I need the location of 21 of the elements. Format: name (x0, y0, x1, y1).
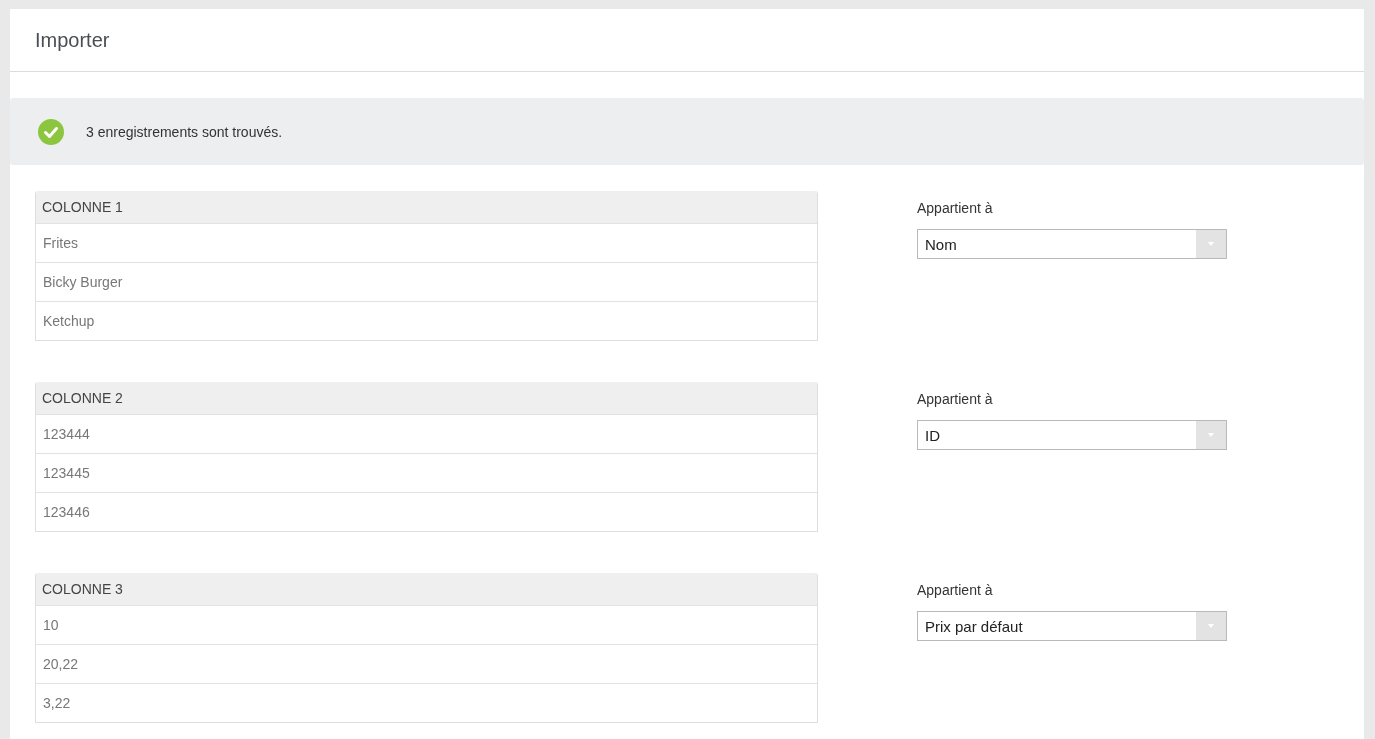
table-cell: 123446 (36, 492, 817, 531)
mapping-dropdown[interactable]: Nom (917, 229, 1227, 259)
table-cell: Bicky Burger (36, 262, 817, 301)
mapping-dropdown[interactable]: Prix par défaut (917, 611, 1227, 641)
field-label: Appartient à (917, 200, 994, 216)
table-cell: 20,22 (36, 644, 817, 683)
field-label: Appartient à (917, 582, 994, 598)
column-header: COLONNE 2 (36, 382, 817, 414)
column-header: COLONNE 3 (36, 573, 817, 605)
table-cell: 3,22 (36, 683, 817, 722)
table-cell: 10 (36, 605, 817, 644)
status-message: 3 enregistrements sont trouvés. (86, 123, 283, 140)
table-cell: Ketchup (36, 301, 817, 340)
check-circle-icon (38, 118, 64, 145)
field-label: Appartient à (917, 391, 994, 407)
table-cell: 123444 (36, 414, 817, 453)
mapping-dropdown[interactable]: ID (917, 420, 1227, 450)
table-cell: Frites (36, 223, 817, 262)
column-header: COLONNE 1 (36, 191, 817, 223)
table-cell: 123445 (36, 453, 817, 492)
page-title: Importer (35, 28, 110, 52)
